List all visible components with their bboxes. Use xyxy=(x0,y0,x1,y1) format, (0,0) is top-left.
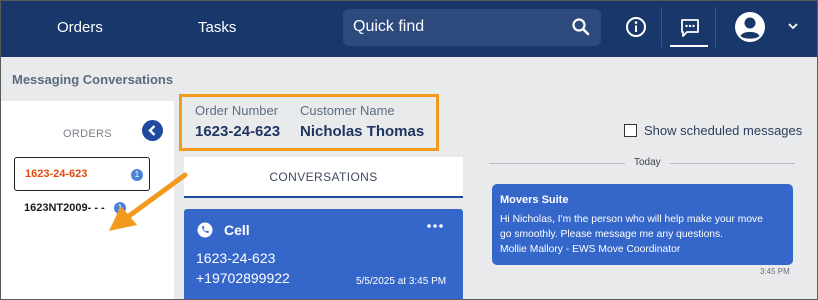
message-text-line: Hi Nicholas, I'm the person who will hel… xyxy=(500,214,763,225)
order-number-value: 1623-24-623 xyxy=(195,123,281,140)
conversation-timestamp: 5/5/2025 at 3:45 PM xyxy=(356,276,447,287)
top-nav: Orders Tasks Quick find xyxy=(1,1,817,57)
page-title: Messaging Conversations xyxy=(12,72,174,87)
message-sender: Movers Suite xyxy=(500,194,569,206)
quick-find-search[interactable]: Quick find xyxy=(343,9,601,46)
message-text-line: Mollie Mallory - EWS Move Coordinator xyxy=(500,244,681,255)
scheduled-checkbox[interactable] xyxy=(624,124,637,137)
nav-divider xyxy=(715,7,716,47)
collapse-panel-button[interactable] xyxy=(142,120,163,141)
nav-tasks-link[interactable]: Tasks xyxy=(198,19,236,36)
tab-conversations[interactable]: CONVERSATIONS xyxy=(184,157,463,198)
nav-divider xyxy=(661,7,662,47)
phone-icon xyxy=(197,222,213,238)
conversation-order-number: 1623-24-623 xyxy=(196,250,276,266)
search-icon[interactable] xyxy=(571,17,591,37)
chevron-left-icon xyxy=(148,125,156,136)
search-placeholder: Quick find xyxy=(353,18,425,35)
more-options-icon[interactable] xyxy=(426,222,444,230)
user-avatar-icon[interactable] xyxy=(734,11,766,43)
orders-label: ORDERS xyxy=(63,128,112,140)
order-number-label: 1623NT2009- - - xyxy=(24,202,105,214)
message-text-line: go smoothly. Please message me any quest… xyxy=(500,229,724,240)
order-number-label: Order Number xyxy=(195,103,279,118)
annotation-arrow xyxy=(109,172,188,231)
order-header-box: Order Number 1623-24-623 Customer Name N… xyxy=(179,94,439,151)
chevron-down-icon[interactable] xyxy=(787,21,799,31)
conversation-card[interactable]: Cell 1623-24-623 +19702899922 5/5/2025 a… xyxy=(184,209,463,299)
main-content: Messaging Conversations ORDERS 1623-24-6… xyxy=(1,57,817,299)
customer-name-value: Nicholas Thomas xyxy=(300,123,425,140)
customer-name-label: Customer Name xyxy=(300,103,395,118)
conversation-phone-number: +19702899922 xyxy=(196,270,290,286)
message-bubble: Movers Suite Hi Nicholas, I'm the person… xyxy=(492,184,793,265)
date-divider-label: Today xyxy=(625,157,670,168)
chat-icon xyxy=(681,19,699,37)
info-icon[interactable] xyxy=(624,15,648,39)
order-number-label: 1623-24-623 xyxy=(25,168,88,180)
message-timestamp: 3:45 PM xyxy=(760,267,790,276)
show-scheduled-label: Show scheduled messages xyxy=(644,123,803,138)
app-window: Orders Tasks Quick find Messaging Conver… xyxy=(0,0,818,300)
tab-conversations-label: CONVERSATIONS xyxy=(269,170,378,184)
nav-orders-link[interactable]: Orders xyxy=(57,19,103,36)
conversation-title: Cell xyxy=(224,222,250,238)
messages-nav-button[interactable] xyxy=(670,9,708,47)
